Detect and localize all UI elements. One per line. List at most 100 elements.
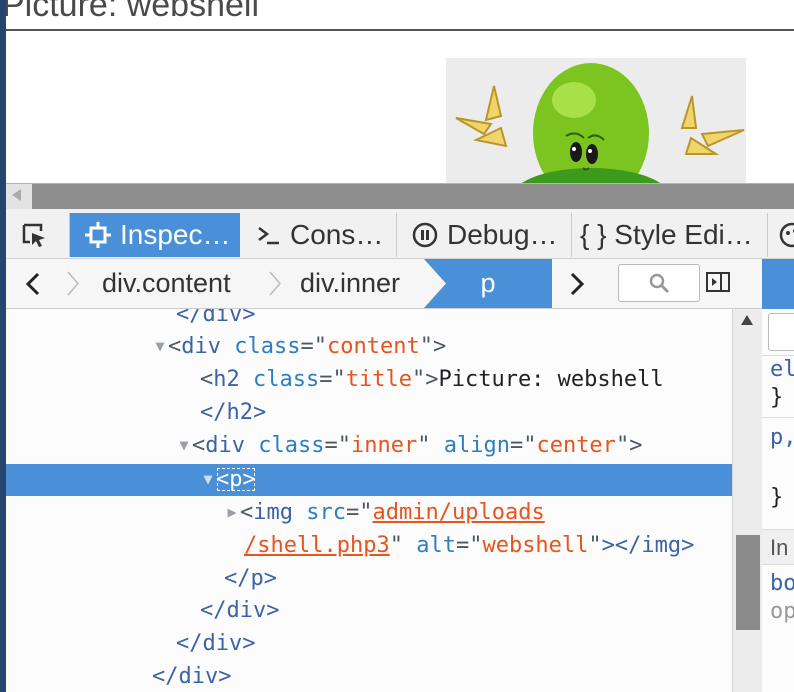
markup-line[interactable]: </h2> xyxy=(6,397,732,429)
tag-name: div xyxy=(181,334,221,359)
tag-name: h2 xyxy=(213,367,240,392)
markup-line[interactable]: </p> xyxy=(6,563,732,595)
attr-name: src xyxy=(306,500,346,525)
tag-name: div xyxy=(205,433,245,458)
attr-value: inner xyxy=(350,433,418,458)
attr-value: content xyxy=(326,334,420,359)
collapse-triangle-icon[interactable]: ▼ xyxy=(200,463,216,495)
pick-element-icon xyxy=(20,221,48,249)
rule-fragment: el xyxy=(770,357,794,382)
attr-link[interactable]: /shell.php3 xyxy=(244,533,390,558)
octopus-image xyxy=(446,58,746,183)
tab-debugger[interactable]: Debug… xyxy=(397,213,572,257)
rule-fragment: bo xyxy=(770,571,794,596)
tab-performance[interactable] xyxy=(768,213,794,257)
performance-icon xyxy=(778,221,794,249)
breadcrumb-separator-icon xyxy=(269,271,281,296)
divider xyxy=(762,355,794,356)
web-page: Picture: webshell xyxy=(6,0,794,183)
tag-punct: < xyxy=(216,467,230,492)
divider xyxy=(762,417,794,418)
breadcrumb: div.content div.inner p xyxy=(6,259,762,309)
markup-line[interactable]: </div> xyxy=(6,595,732,627)
breadcrumb-item-active[interactable]: p xyxy=(424,259,552,308)
rules-toolbar xyxy=(762,259,794,309)
text-node: Picture: webshell xyxy=(438,367,664,392)
attr-value: title xyxy=(345,367,412,392)
breadcrumb-forward-button[interactable] xyxy=(568,259,586,308)
pick-element-button[interactable] xyxy=(6,213,70,257)
collapse-triangle-icon[interactable]: ▼ xyxy=(176,429,192,461)
closing-tag: </div> xyxy=(200,598,280,623)
rules-filter-input[interactable] xyxy=(768,313,794,351)
tag-punct: < xyxy=(192,433,206,458)
attr-name: class xyxy=(234,334,301,359)
expand-triangle-icon[interactable]: ▶ xyxy=(224,496,240,528)
attr-name: class xyxy=(258,433,325,458)
collapse-triangle-icon[interactable]: ▼ xyxy=(152,330,168,362)
scrollbar-thumb[interactable] xyxy=(32,184,794,209)
title-divider xyxy=(6,29,794,31)
chevron-right-icon xyxy=(570,272,585,295)
breadcrumb-item[interactable]: div.inner xyxy=(300,259,400,308)
attr-name: alt xyxy=(416,533,456,558)
markup-vertical-scrollbar[interactable] xyxy=(732,309,762,692)
tab-debugger-label: Debug… xyxy=(447,219,558,250)
tab-style-editor-label: { } Style Edi… xyxy=(580,219,753,250)
closing-tag: </p> xyxy=(224,566,277,591)
tag-punct: < xyxy=(240,500,254,525)
inherited-header: In xyxy=(762,529,794,565)
attr-value: webshell xyxy=(482,533,589,558)
tag-punct: > xyxy=(425,367,439,392)
markup-line-selected[interactable]: ▼ <p> xyxy=(6,464,732,496)
chevron-left-icon xyxy=(25,272,40,295)
tag-punct: < xyxy=(200,367,214,392)
markup-view: </div> ▼ <div class="content"> <h2 class=… xyxy=(6,309,732,692)
markup-line[interactable]: </div> xyxy=(6,628,732,660)
rules-panel: el } p, } In bo op xyxy=(762,309,794,692)
search-icon xyxy=(649,273,670,294)
devtools-toolbar: Inspec… Cons… Debug… { } Style Edi… xyxy=(6,209,794,259)
inspector-icon xyxy=(84,221,112,249)
attr-value: center xyxy=(536,433,616,458)
page-horizontal-scrollbar[interactable] xyxy=(6,183,794,209)
markup-line[interactable]: <h2 class="title">Picture: webshell xyxy=(6,364,732,396)
closing-tag: ></img> xyxy=(601,533,695,558)
scroll-left-arrow-icon[interactable] xyxy=(12,189,21,201)
breadcrumb-separator-icon xyxy=(67,271,79,296)
markup-line[interactable]: ▼ <div class="content"> xyxy=(6,331,732,363)
closing-tag: </div> xyxy=(152,664,232,689)
tag-name: img xyxy=(253,500,293,525)
tab-console[interactable]: Cons… xyxy=(240,213,397,257)
tab-inspector-label: Inspec… xyxy=(120,219,231,250)
markup-line[interactable]: </div> xyxy=(6,309,732,331)
rule-fragment: op xyxy=(770,599,794,624)
tag-punct: > xyxy=(242,467,256,492)
attr-name: align xyxy=(443,433,510,458)
scrollbar-thumb[interactable] xyxy=(736,535,760,630)
markup-line[interactable]: </div> xyxy=(6,661,732,692)
closing-tag: </h2> xyxy=(200,400,267,425)
tab-console-label: Cons… xyxy=(290,219,384,250)
console-icon xyxy=(254,221,282,249)
markup-line[interactable]: ▼ <div class="inner" align="center"> xyxy=(6,430,732,462)
closing-tag: </div> xyxy=(176,309,256,327)
search-html-button[interactable] xyxy=(618,264,700,302)
toggle-sidebar-button[interactable] xyxy=(706,270,730,294)
tab-inspector[interactable]: Inspec… xyxy=(70,213,240,257)
rule-fragment: } xyxy=(770,385,784,410)
tag-punct: < xyxy=(168,334,182,359)
tab-style-editor[interactable]: { } Style Edi… xyxy=(572,213,768,257)
closing-tag: </div> xyxy=(176,631,256,656)
scroll-up-arrow-icon[interactable] xyxy=(741,315,753,325)
webshell-picture xyxy=(446,58,746,183)
attr-name: class xyxy=(253,367,320,392)
markup-line[interactable]: /shell.php3" alt="webshell"></img> xyxy=(6,530,732,562)
attr-link[interactable]: admin/uploads xyxy=(373,500,545,525)
rule-fragment: } xyxy=(770,485,784,510)
tag-name: p xyxy=(229,467,243,492)
breadcrumb-back-button[interactable] xyxy=(24,259,42,308)
markup-line[interactable]: ▶ <img src="admin/uploads xyxy=(6,497,732,529)
breadcrumb-item[interactable]: div.content xyxy=(102,259,231,308)
tag-punct: > xyxy=(432,334,447,359)
